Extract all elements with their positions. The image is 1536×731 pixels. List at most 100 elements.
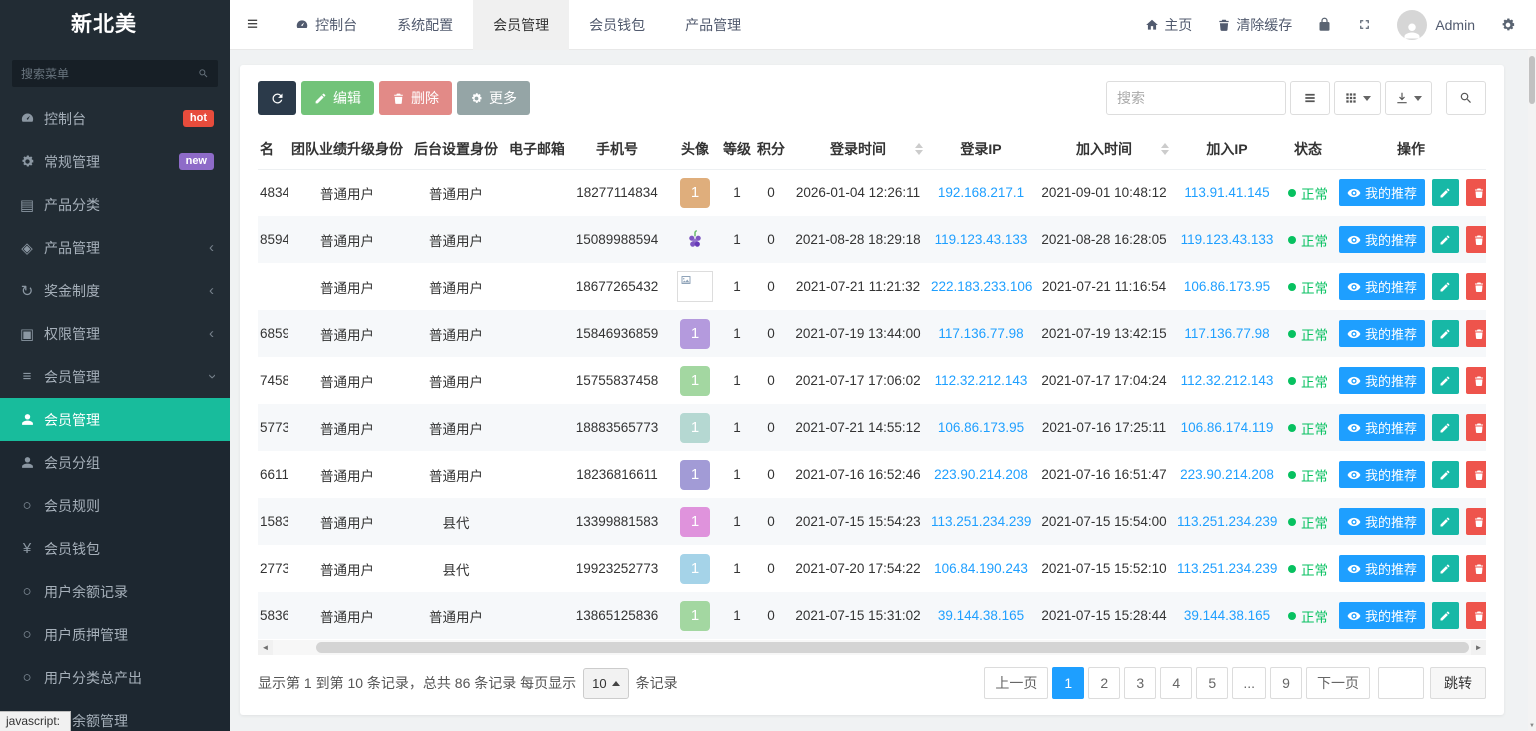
topnav-member-manage[interactable]: 会员管理 <box>473 0 569 50</box>
my-referral-button[interactable]: 我的推荐 <box>1339 179 1425 206</box>
export-button[interactable] <box>1385 81 1432 115</box>
cell-login-ip[interactable]: 106.84.190.243 <box>928 545 1034 592</box>
table-row[interactable]: 2773 普通用户 县代 19923252773 1 1 0 2021-07-2… <box>258 545 1486 592</box>
delete-button[interactable]: 删除 <box>379 81 452 115</box>
delete-row-button[interactable] <box>1466 461 1486 488</box>
table-row[interactable]: 5773 普通用户 普通用户 18883565773 1 1 0 2021-07… <box>258 404 1486 451</box>
lock-screen-icon[interactable] <box>1317 17 1332 32</box>
sidebar-item-member-rule[interactable]: ○ 会员规则 <box>0 484 230 527</box>
my-referral-button[interactable]: 我的推荐 <box>1339 461 1425 488</box>
my-referral-button[interactable]: 我的推荐 <box>1339 273 1425 300</box>
table-row[interactable]: 7458 普通用户 普通用户 15755837458 1 1 0 2021-07… <box>258 357 1486 404</box>
sidebar-item-pledge-manage[interactable]: ○ 用户质押管理 <box>0 613 230 656</box>
delete-row-button[interactable] <box>1466 367 1486 394</box>
edit-row-button[interactable] <box>1432 461 1459 488</box>
sidebar-search-input[interactable] <box>21 67 198 81</box>
sidebar-item-member-group[interactable]: 会员分组 <box>0 441 230 484</box>
page-button-4[interactable]: 4 <box>1160 667 1192 699</box>
edit-row-button[interactable] <box>1432 555 1459 582</box>
page-button-3[interactable]: 3 <box>1124 667 1156 699</box>
sidebar-item-product-manage[interactable]: ◈ 产品管理 ‹ <box>0 226 230 269</box>
table-row[interactable]: 6859 普通用户 普通用户 15846936859 1 1 0 2021-07… <box>258 310 1486 357</box>
cell-join-ip[interactable]: 117.136.77.98 <box>1174 310 1280 357</box>
edit-row-button[interactable] <box>1432 508 1459 535</box>
refresh-button[interactable] <box>258 81 296 115</box>
sort-icon[interactable] <box>915 143 923 155</box>
cell-login-ip[interactable]: 39.144.38.165 <box>928 592 1034 639</box>
sidebar-item-general-manage[interactable]: 常规管理 new <box>0 140 230 183</box>
jump-page-input[interactable] <box>1378 667 1424 699</box>
cell-join-ip[interactable]: 119.123.43.133 <box>1174 216 1280 263</box>
sidebar-item-member-wallet[interactable]: ¥ 会员钱包 <box>0 527 230 570</box>
sidebar-item-member-parent[interactable]: ≡ 会员管理 ‹ <box>0 355 230 398</box>
cell-join-ip[interactable]: 113.91.41.145 <box>1174 169 1280 216</box>
my-referral-button[interactable]: 我的推荐 <box>1339 367 1425 394</box>
hamburger-menu-icon[interactable]: ≡ <box>230 14 275 36</box>
table-row[interactable]: 普通用户 普通用户 18677265432 1 0 2021-07-21 11:… <box>258 263 1486 310</box>
clear-cache-link[interactable]: 清除缓存 <box>1217 15 1292 35</box>
topnav-product-manage[interactable]: 产品管理 <box>665 0 761 50</box>
edit-row-button[interactable] <box>1432 602 1459 629</box>
cell-join-ip[interactable]: 39.144.38.165 <box>1174 592 1280 639</box>
delete-row-button[interactable] <box>1466 226 1486 253</box>
cell-join-ip[interactable]: 112.32.212.143 <box>1174 357 1280 404</box>
jump-button[interactable]: 跳转 <box>1430 667 1486 699</box>
cell-join-ip[interactable]: 113.251.234.239 <box>1174 498 1280 545</box>
delete-row-button[interactable] <box>1466 273 1486 300</box>
page-button-9[interactable]: 9 <box>1270 667 1302 699</box>
edit-row-button[interactable] <box>1432 226 1459 253</box>
sidebar-item-balance-record[interactable]: ○ 用户余额记录 <box>0 570 230 613</box>
my-referral-button[interactable]: 我的推荐 <box>1339 320 1425 347</box>
topnav-member-wallet[interactable]: 会员钱包 <box>569 0 665 50</box>
toggle-pagination-button[interactable] <box>1290 81 1330 115</box>
page-button-2[interactable]: 2 <box>1088 667 1120 699</box>
edit-row-button[interactable] <box>1432 367 1459 394</box>
topnav-dashboard[interactable]: 控制台 <box>275 0 377 50</box>
scroll-left-arrow[interactable]: ◄ <box>258 640 273 655</box>
sidebar-item-dashboard[interactable]: 控制台 hot <box>0 97 230 140</box>
table-search-input[interactable] <box>1106 81 1286 115</box>
edit-row-button[interactable] <box>1432 320 1459 347</box>
delete-row-button[interactable] <box>1466 508 1486 535</box>
my-referral-button[interactable]: 我的推荐 <box>1339 555 1425 582</box>
page-ellipsis[interactable]: ... <box>1232 667 1266 699</box>
sort-icon[interactable] <box>1161 143 1169 155</box>
edit-button[interactable]: 编辑 <box>301 81 374 115</box>
sidebar-item-product-category[interactable]: ▤ 产品分类 <box>0 183 230 226</box>
my-referral-button[interactable]: 我的推荐 <box>1339 508 1425 535</box>
page-button-5[interactable]: 5 <box>1196 667 1228 699</box>
vertical-scrollbar[interactable]: ▼ <box>1528 50 1536 731</box>
scroll-down-arrow[interactable]: ▼ <box>1528 723 1536 729</box>
my-referral-button[interactable]: 我的推荐 <box>1339 602 1425 629</box>
cell-join-ip[interactable]: 223.90.214.208 <box>1174 451 1280 498</box>
edit-row-button[interactable] <box>1432 414 1459 441</box>
scrollbar-thumb[interactable] <box>316 642 1469 653</box>
table-row[interactable]: 5836 普通用户 普通用户 13865125836 1 1 0 2021-07… <box>258 592 1486 639</box>
cell-join-ip[interactable]: 113.251.234.239 <box>1174 545 1280 592</box>
cell-login-ip[interactable]: 106.86.173.95 <box>928 404 1034 451</box>
columns-button[interactable] <box>1334 81 1381 115</box>
my-referral-button[interactable]: 我的推荐 <box>1339 226 1425 253</box>
topnav-system-config[interactable]: 系统配置 <box>377 0 473 50</box>
page-size-dropdown[interactable]: 10 <box>583 668 628 699</box>
delete-row-button[interactable] <box>1466 414 1486 441</box>
delete-row-button[interactable] <box>1466 602 1486 629</box>
next-page-button[interactable]: 下一页 <box>1306 667 1370 699</box>
delete-row-button[interactable] <box>1466 555 1486 582</box>
settings-gear-icon[interactable] <box>1500 17 1516 33</box>
cell-login-ip[interactable]: 192.168.217.1 <box>928 169 1034 216</box>
sidebar-item-category-output[interactable]: ○ 用户分类总产出 <box>0 656 230 699</box>
cell-login-ip[interactable]: 119.123.43.133 <box>928 216 1034 263</box>
delete-row-button[interactable] <box>1466 320 1486 347</box>
table-row[interactable]: 6611 普通用户 普通用户 18236816611 1 1 0 2021-07… <box>258 451 1486 498</box>
sidebar-item-permission-manage[interactable]: ▣ 权限管理 ‹ <box>0 312 230 355</box>
scrollbar-thumb[interactable] <box>1529 56 1535 104</box>
cell-join-ip[interactable]: 106.86.174.119 <box>1174 404 1280 451</box>
edit-row-button[interactable] <box>1432 179 1459 206</box>
home-link[interactable]: 主页 <box>1145 15 1192 35</box>
table-row[interactable]: 8594 普通用户 普通用户 15089988594 1 0 2021-08-2… <box>258 216 1486 263</box>
cell-login-ip[interactable]: 223.90.214.208 <box>928 451 1034 498</box>
col-login-time[interactable]: 登录时间 <box>788 129 928 169</box>
delete-row-button[interactable] <box>1466 179 1486 206</box>
user-menu[interactable]: Admin <box>1397 10 1475 40</box>
